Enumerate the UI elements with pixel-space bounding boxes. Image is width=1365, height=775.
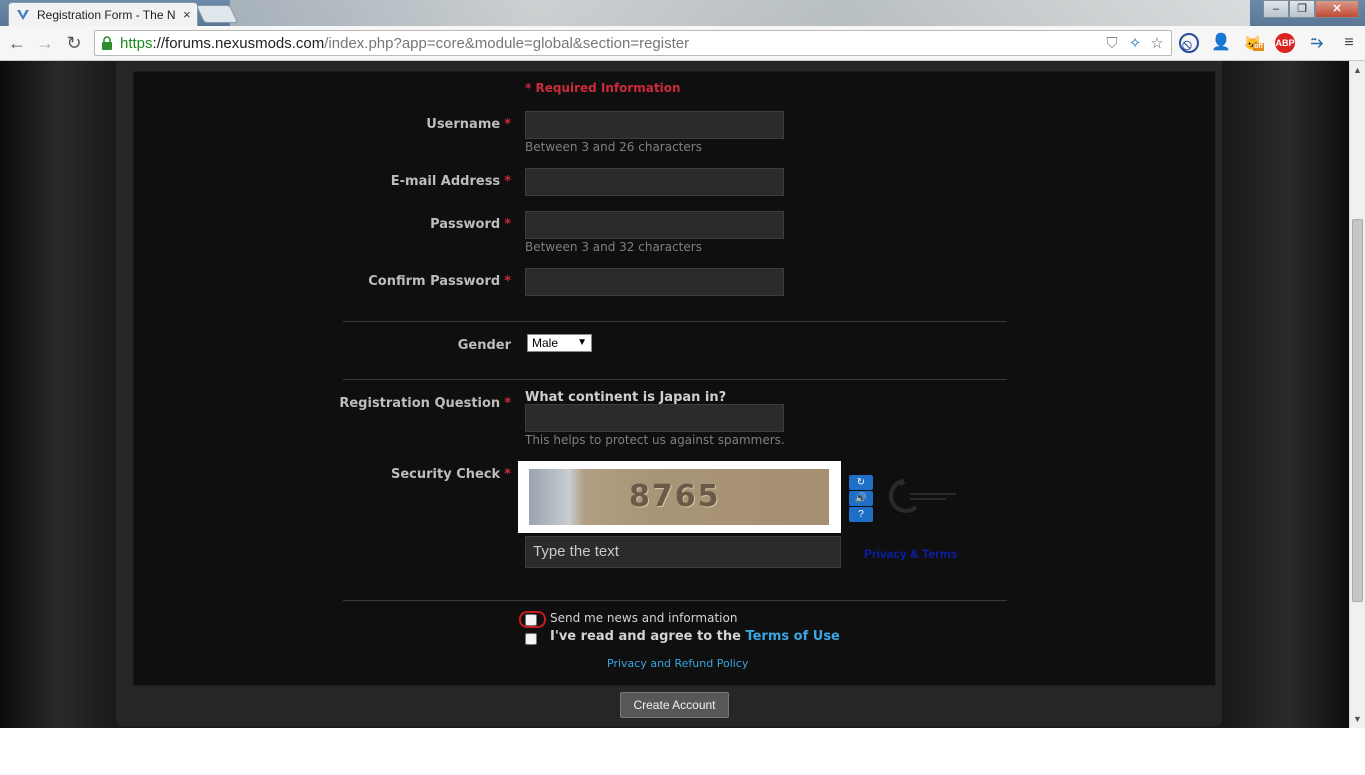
news-checkbox-label: Send me news and information <box>550 611 738 625</box>
tab-title: Registration Form - The N <box>37 8 176 22</box>
titlebar-background <box>230 0 1250 26</box>
restore-icon[interactable]: ❐ <box>1289 0 1315 18</box>
url-text: https://forums.nexusmods.com/index.php?a… <box>120 35 690 52</box>
extension-arrow-icon[interactable]: ⥲ <box>1307 33 1327 53</box>
username-hint: Between 3 and 26 characters <box>525 140 702 154</box>
menu-icon[interactable]: ≡ <box>1339 33 1359 53</box>
registration-question-text: What continent is Japan in? <box>525 390 727 405</box>
translate-icon[interactable]: ✧ <box>1126 35 1144 53</box>
email-label: E-mail Address * <box>390 174 511 189</box>
security-check-label: Security Check * <box>391 467 511 482</box>
back-icon[interactable]: ← <box>6 32 28 54</box>
lock-icon <box>102 36 112 50</box>
password-hint: Between 3 and 32 characters <box>525 240 702 254</box>
terms-checkbox[interactable] <box>525 633 537 645</box>
forward-icon[interactable]: → <box>34 32 56 54</box>
browser-toolbar: ← → ↻ https://forums.nexusmods.com/index… <box>0 26 1365 61</box>
captcha-frame: 8765 <box>518 461 841 533</box>
registration-answer-input[interactable] <box>525 404 784 432</box>
password-label: Password * <box>430 217 511 232</box>
window-titlebar: Registration Form - The N × – ❐ ✕ <box>0 0 1365 26</box>
captcha-input[interactable]: Type the text <box>525 536 841 568</box>
scroll-down-icon[interactable]: ▼ <box>1353 714 1362 724</box>
page-scrollbar[interactable]: ▲ ▼ <box>1349 61 1365 728</box>
confirm-password-label: Confirm Password * <box>368 274 511 289</box>
confirm-password-input[interactable] <box>525 268 784 296</box>
below-viewport-area <box>0 728 1365 775</box>
address-bar[interactable]: https://forums.nexusmods.com/index.php?a… <box>94 30 1172 56</box>
reload-icon[interactable]: ↻ <box>63 32 85 54</box>
nexus-favicon-icon <box>17 10 29 20</box>
email-input[interactable] <box>525 168 784 196</box>
help-captcha-icon[interactable]: ? <box>849 507 873 522</box>
window-controls: – ❐ ✕ <box>1263 0 1359 18</box>
audio-captcha-icon[interactable]: 🔊 <box>849 491 873 506</box>
captcha-text: 8765 <box>629 479 721 514</box>
scroll-up-icon[interactable]: ▲ <box>1353 65 1362 75</box>
shield-icon[interactable]: ⛉ <box>1103 35 1121 53</box>
blocker-icon[interactable]: ⃠ <box>1179 33 1199 53</box>
privacy-refund-policy-link[interactable]: Privacy and Refund Policy <box>607 657 748 670</box>
dropdown-arrow-icon: ▼ <box>577 337 587 348</box>
username-label: Username * <box>426 117 511 132</box>
recaptcha-logo-icon <box>888 479 956 513</box>
adblock-icon[interactable]: ABP <box>1275 33 1295 53</box>
username-input[interactable] <box>525 111 784 139</box>
required-info-note: * Required Information <box>525 81 681 95</box>
captcha-privacy-terms-link[interactable]: Privacy & Terms <box>864 547 957 561</box>
gender-label: Gender <box>457 338 511 353</box>
minimize-icon[interactable]: – <box>1263 0 1289 18</box>
page-viewport: * Required Information Username * Between… <box>0 61 1349 728</box>
terms-of-use-link[interactable]: Terms of Use <box>745 629 839 644</box>
password-input[interactable] <box>525 211 784 239</box>
section-divider <box>343 600 1007 601</box>
scroll-thumb[interactable] <box>1352 219 1363 602</box>
terms-checkbox-label: I've read and agree to the Terms of Use <box>550 629 840 644</box>
user-icon[interactable]: 👤 <box>1211 33 1231 53</box>
question-hint: This helps to protect us against spammer… <box>525 433 785 447</box>
registration-question-label: Registration Question * <box>339 396 511 411</box>
news-checkbox[interactable] <box>525 614 537 626</box>
section-divider <box>343 321 1007 322</box>
close-window-icon[interactable]: ✕ <box>1315 0 1359 18</box>
browser-tab[interactable]: Registration Form - The N × <box>8 2 198 26</box>
tab-close-icon[interactable]: × <box>183 7 191 22</box>
create-account-button[interactable]: Create Account <box>620 692 729 718</box>
captcha-image: 8765 <box>529 469 829 525</box>
bookmark-star-icon[interactable]: ☆ <box>1148 35 1166 53</box>
refresh-captcha-icon[interactable]: ↻ <box>849 475 873 490</box>
extension-off-icon[interactable]: 🐱off <box>1243 33 1264 53</box>
section-divider <box>343 379 1007 380</box>
gender-select[interactable]: Male ▼ <box>527 334 592 352</box>
